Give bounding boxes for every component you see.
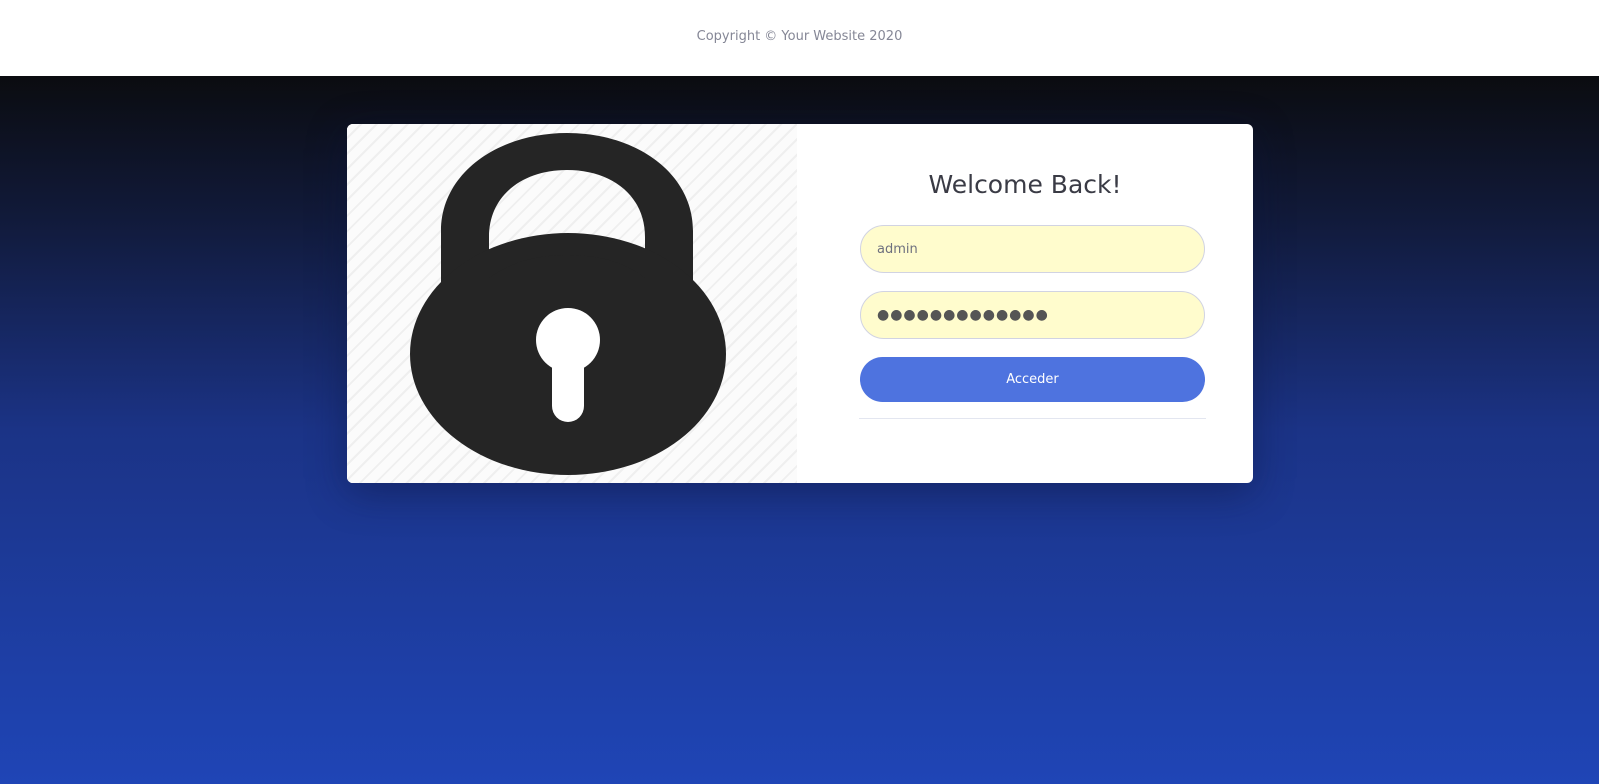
login-image-panel xyxy=(347,124,797,483)
footer: Copyright © Your Website 2020 xyxy=(0,0,1599,76)
divider xyxy=(859,418,1206,419)
page-title: Welcome Back! xyxy=(928,170,1122,199)
password-input[interactable]: ●●●●●●●●●●●●● xyxy=(860,291,1205,339)
padlock-icon xyxy=(410,133,726,475)
login-form: Welcome Back! admin ●●●●●●●●●●●●● Accede… xyxy=(797,124,1253,483)
username-input[interactable]: admin xyxy=(860,225,1205,273)
copyright-text: Copyright © Your Website 2020 xyxy=(696,28,903,44)
login-button[interactable]: Acceder xyxy=(860,357,1205,402)
login-card: Welcome Back! admin ●●●●●●●●●●●●● Accede… xyxy=(347,124,1253,483)
